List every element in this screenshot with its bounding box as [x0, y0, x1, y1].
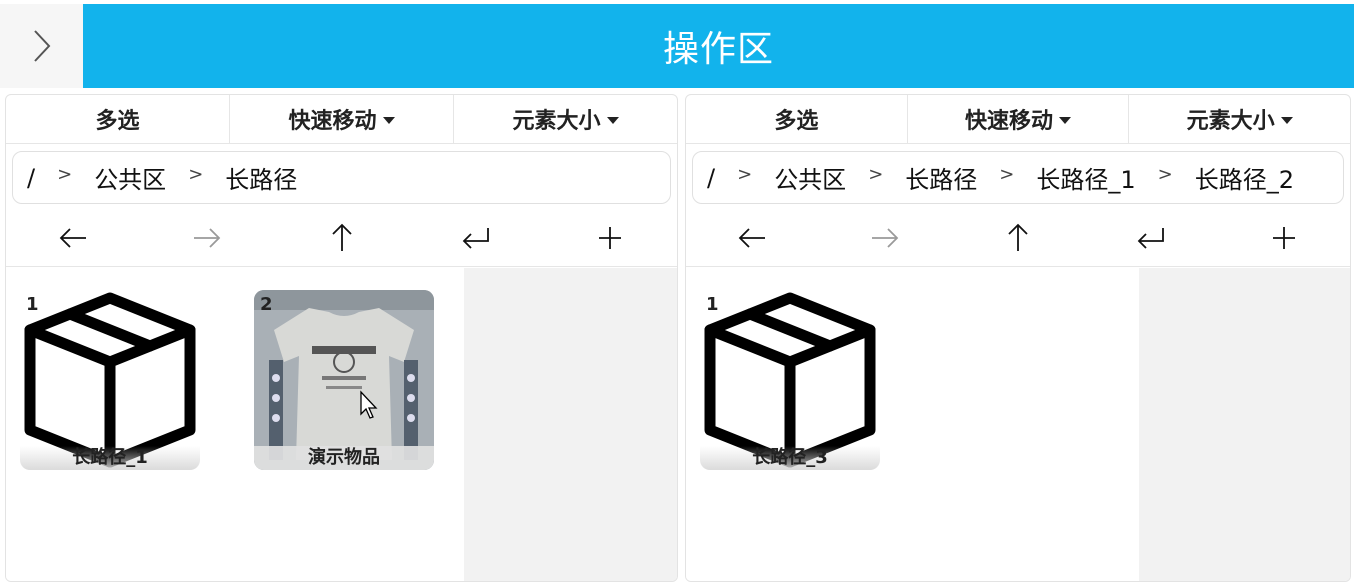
breadcrumb-separator: >	[737, 164, 753, 185]
breadcrumb-item[interactable]: 长路径	[905, 160, 977, 195]
right-browser-panel: 多选 快速移动 元素大小 / > 公共区 > 长路径 > 长路径_1 > 长路径…	[685, 94, 1351, 582]
arrow-left-icon	[59, 227, 87, 248]
add-button[interactable]	[1217, 223, 1350, 253]
arrow-up-icon	[331, 223, 352, 251]
breadcrumb-separator: >	[188, 164, 204, 185]
caret-down-icon	[606, 116, 619, 124]
breadcrumb-separator: >	[1157, 164, 1173, 185]
breadcrumb-item[interactable]: 长路径_1	[1036, 160, 1135, 195]
enter-button[interactable]	[1084, 223, 1217, 253]
item-index: 2	[260, 294, 273, 315]
quick-move-label: 快速移动	[288, 109, 377, 134]
enter-icon	[462, 227, 489, 249]
multi-select-label: 多选	[95, 109, 140, 134]
breadcrumb-item[interactable]: 公共区	[774, 160, 846, 195]
item-label: 长路径_1	[20, 446, 200, 470]
plus-icon	[598, 226, 621, 249]
navigation-row	[686, 209, 1350, 267]
element-size-label: 元素大小	[512, 109, 601, 134]
breadcrumb-separator: >	[868, 164, 884, 185]
caret-down-icon	[1059, 116, 1072, 124]
box-icon	[24, 292, 196, 468]
item-index: 1	[26, 294, 39, 315]
breadcrumb-item[interactable]: 公共区	[94, 160, 166, 195]
breadcrumb-root[interactable]: /	[27, 164, 35, 192]
file-grid: 1 长路径_1 2 演示物品	[6, 268, 677, 581]
multi-select-label: 多选	[774, 109, 819, 134]
empty-area	[1139, 268, 1350, 581]
breadcrumb: / > 公共区 > 长路径	[12, 151, 671, 204]
up-button[interactable]	[274, 223, 408, 253]
panel-toolbar: 多选 快速移动 元素大小	[686, 95, 1350, 144]
forward-button[interactable]	[140, 223, 274, 253]
breadcrumb-separator: >	[57, 164, 73, 185]
back-button[interactable]	[6, 223, 140, 253]
page-title: 操作区	[662, 29, 774, 70]
back-button[interactable]	[686, 223, 819, 253]
arrow-left-icon	[739, 227, 766, 248]
caret-down-icon	[382, 116, 395, 124]
chevron-right-icon	[33, 30, 50, 62]
item-tile[interactable]: 2 演示物品	[254, 290, 434, 470]
item-thumbnail	[254, 290, 434, 470]
quick-move-dropdown[interactable]: 快速移动	[230, 95, 454, 143]
file-grid: 1 长路径_3	[686, 268, 1350, 581]
multi-select-button[interactable]: 多选	[6, 95, 230, 143]
left-browser-panel: 多选 快速移动 元素大小 / > 公共区 > 长路径 1 长路径_1 2 演示物…	[5, 94, 678, 582]
add-button[interactable]	[543, 223, 677, 253]
header-title-bar: 操作区	[83, 4, 1354, 88]
forward-button[interactable]	[819, 223, 952, 253]
top-bar: 操作区	[0, 0, 1354, 88]
item-label: 演示物品	[254, 446, 434, 470]
plus-icon	[1272, 226, 1295, 249]
arrow-right-icon	[872, 227, 899, 248]
grid-area: 1 长路径_1 2 演示物品	[6, 268, 464, 581]
empty-area	[464, 268, 677, 581]
enter-button[interactable]	[409, 223, 543, 253]
folder-tile[interactable]: 1 长路径_1	[20, 290, 200, 470]
tshirt-image	[254, 290, 434, 470]
breadcrumb-separator: >	[999, 164, 1015, 185]
element-size-label: 元素大小	[1186, 109, 1275, 134]
box-icon	[704, 292, 876, 468]
element-size-dropdown[interactable]: 元素大小	[454, 95, 677, 143]
item-label: 长路径_3	[700, 446, 880, 470]
element-size-dropdown[interactable]: 元素大小	[1129, 95, 1350, 143]
caret-down-icon	[1280, 116, 1293, 124]
arrow-right-icon	[194, 227, 221, 248]
breadcrumb-item[interactable]: 长路径	[225, 160, 297, 195]
navigation-row	[6, 209, 677, 267]
folder-tile[interactable]: 1 长路径_3	[700, 290, 880, 470]
panel-toolbar: 多选 快速移动 元素大小	[6, 95, 677, 144]
mouse-cursor-icon	[360, 390, 378, 419]
enter-icon	[1137, 227, 1164, 249]
multi-select-button[interactable]: 多选	[686, 95, 908, 143]
grid-area: 1 长路径_3	[686, 268, 1139, 581]
quick-move-label: 快速移动	[965, 109, 1054, 134]
item-index: 1	[706, 294, 719, 315]
arrow-up-icon	[1008, 223, 1028, 251]
breadcrumb-item[interactable]: 长路径_2	[1195, 160, 1294, 195]
breadcrumb-root[interactable]: /	[707, 164, 715, 192]
up-button[interactable]	[952, 223, 1085, 253]
breadcrumb: / > 公共区 > 长路径 > 长路径_1 > 长路径_2	[692, 151, 1344, 204]
sidebar-toggle-button[interactable]	[0, 4, 83, 88]
quick-move-dropdown[interactable]: 快速移动	[908, 95, 1130, 143]
